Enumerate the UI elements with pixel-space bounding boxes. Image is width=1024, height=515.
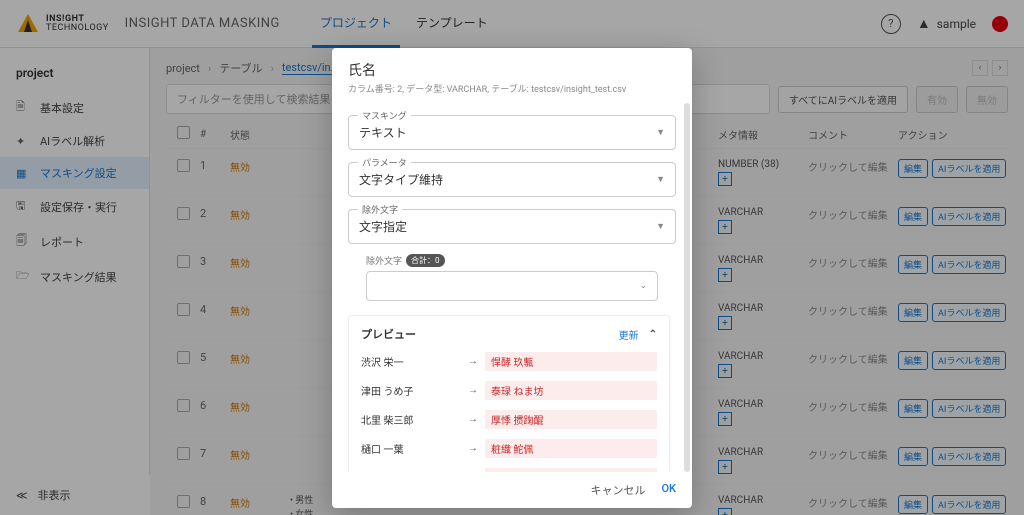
modal-header: 氏名 カラム番号: 2, データ型: VARCHAR, テーブル: testcs… bbox=[332, 48, 692, 103]
preview-row: 野口 ヒデヨ→脈綺 ウツヒ bbox=[361, 468, 657, 472]
preview-masked: 厚悸 掼踘醌 bbox=[485, 410, 657, 429]
field-except: 除外文字 文字指定 ▼ bbox=[348, 209, 676, 244]
preview-row: 津田 うめ子→泰琭 ねま坊 bbox=[361, 381, 657, 400]
preview-row: 渋沢 栄一→悍酵 玖甎 bbox=[361, 352, 657, 371]
modal-footer: キャンセル OK bbox=[332, 472, 692, 508]
field-parameter: パラメータ 文字タイプ維持 ▼ bbox=[348, 162, 676, 197]
preview-original: 北里 柴三郎 bbox=[361, 412, 461, 427]
subfield-except-chars: 除外文字 合計：0 ⌄ bbox=[366, 254, 658, 301]
modal-overlay[interactable]: 氏名 カラム番号: 2, データ型: VARCHAR, テーブル: testcs… bbox=[0, 0, 1024, 515]
preview-original: 野口 ヒデヨ bbox=[361, 470, 461, 472]
cancel-button[interactable]: キャンセル bbox=[590, 482, 645, 498]
preview-title: プレビュー bbox=[361, 326, 416, 342]
caret-down-icon: ▼ bbox=[656, 174, 665, 185]
caret-down-icon: ▼ bbox=[656, 127, 665, 138]
field-masking-label: マスキング bbox=[358, 109, 411, 122]
ok-button[interactable]: OK bbox=[661, 482, 676, 498]
arrow-right-icon: → bbox=[461, 443, 485, 454]
modal: 氏名 カラム番号: 2, データ型: VARCHAR, テーブル: testcs… bbox=[332, 48, 692, 508]
modal-title: 氏名 bbox=[348, 60, 676, 80]
subfield-label: 除外文字 bbox=[366, 254, 402, 267]
preview-masked: 脈綺 ウツヒ bbox=[485, 468, 657, 472]
preview-original: 樋口 一葉 bbox=[361, 441, 461, 456]
preview-row: 北里 柴三郎→厚悸 掼踘醌 bbox=[361, 410, 657, 429]
caret-down-icon: ▼ bbox=[656, 221, 665, 232]
preview-original: 渋沢 栄一 bbox=[361, 354, 461, 369]
preview-card: プレビュー 更新 ⌃ 渋沢 栄一→悍酵 玖甎津田 うめ子→泰琭 ねま坊北里 柴三… bbox=[348, 315, 670, 472]
arrow-right-icon: → bbox=[461, 414, 485, 425]
preview-masked: 泰琭 ねま坊 bbox=[485, 381, 657, 400]
field-param-label: パラメータ bbox=[358, 156, 411, 169]
field-masking: マスキング テキスト ▼ bbox=[348, 115, 676, 150]
field-except-label: 除外文字 bbox=[358, 203, 402, 216]
count-badge: 合計：0 bbox=[406, 254, 445, 267]
modal-subtitle: カラム番号: 2, データ型: VARCHAR, テーブル: testcsv/i… bbox=[348, 82, 676, 95]
preview-masked: 粧織 鮀佩 bbox=[485, 439, 657, 458]
preview-original: 津田 うめ子 bbox=[361, 383, 461, 398]
arrow-right-icon: → bbox=[461, 356, 485, 367]
preview-masked: 悍酵 玖甎 bbox=[485, 352, 657, 371]
preview-refresh[interactable]: 更新 bbox=[619, 327, 639, 342]
preview-collapse-icon[interactable]: ⌃ bbox=[649, 329, 657, 340]
arrow-right-icon: → bbox=[461, 385, 485, 396]
preview-row: 樋口 一葉→粧織 鮀佩 bbox=[361, 439, 657, 458]
select-except-chars[interactable]: ⌄ bbox=[366, 271, 658, 301]
chevron-down-icon: ⌄ bbox=[639, 281, 647, 291]
modal-body: マスキング テキスト ▼ パラメータ 文字タイプ維持 ▼ 除外文字 文字指定 ▼ bbox=[332, 103, 692, 472]
